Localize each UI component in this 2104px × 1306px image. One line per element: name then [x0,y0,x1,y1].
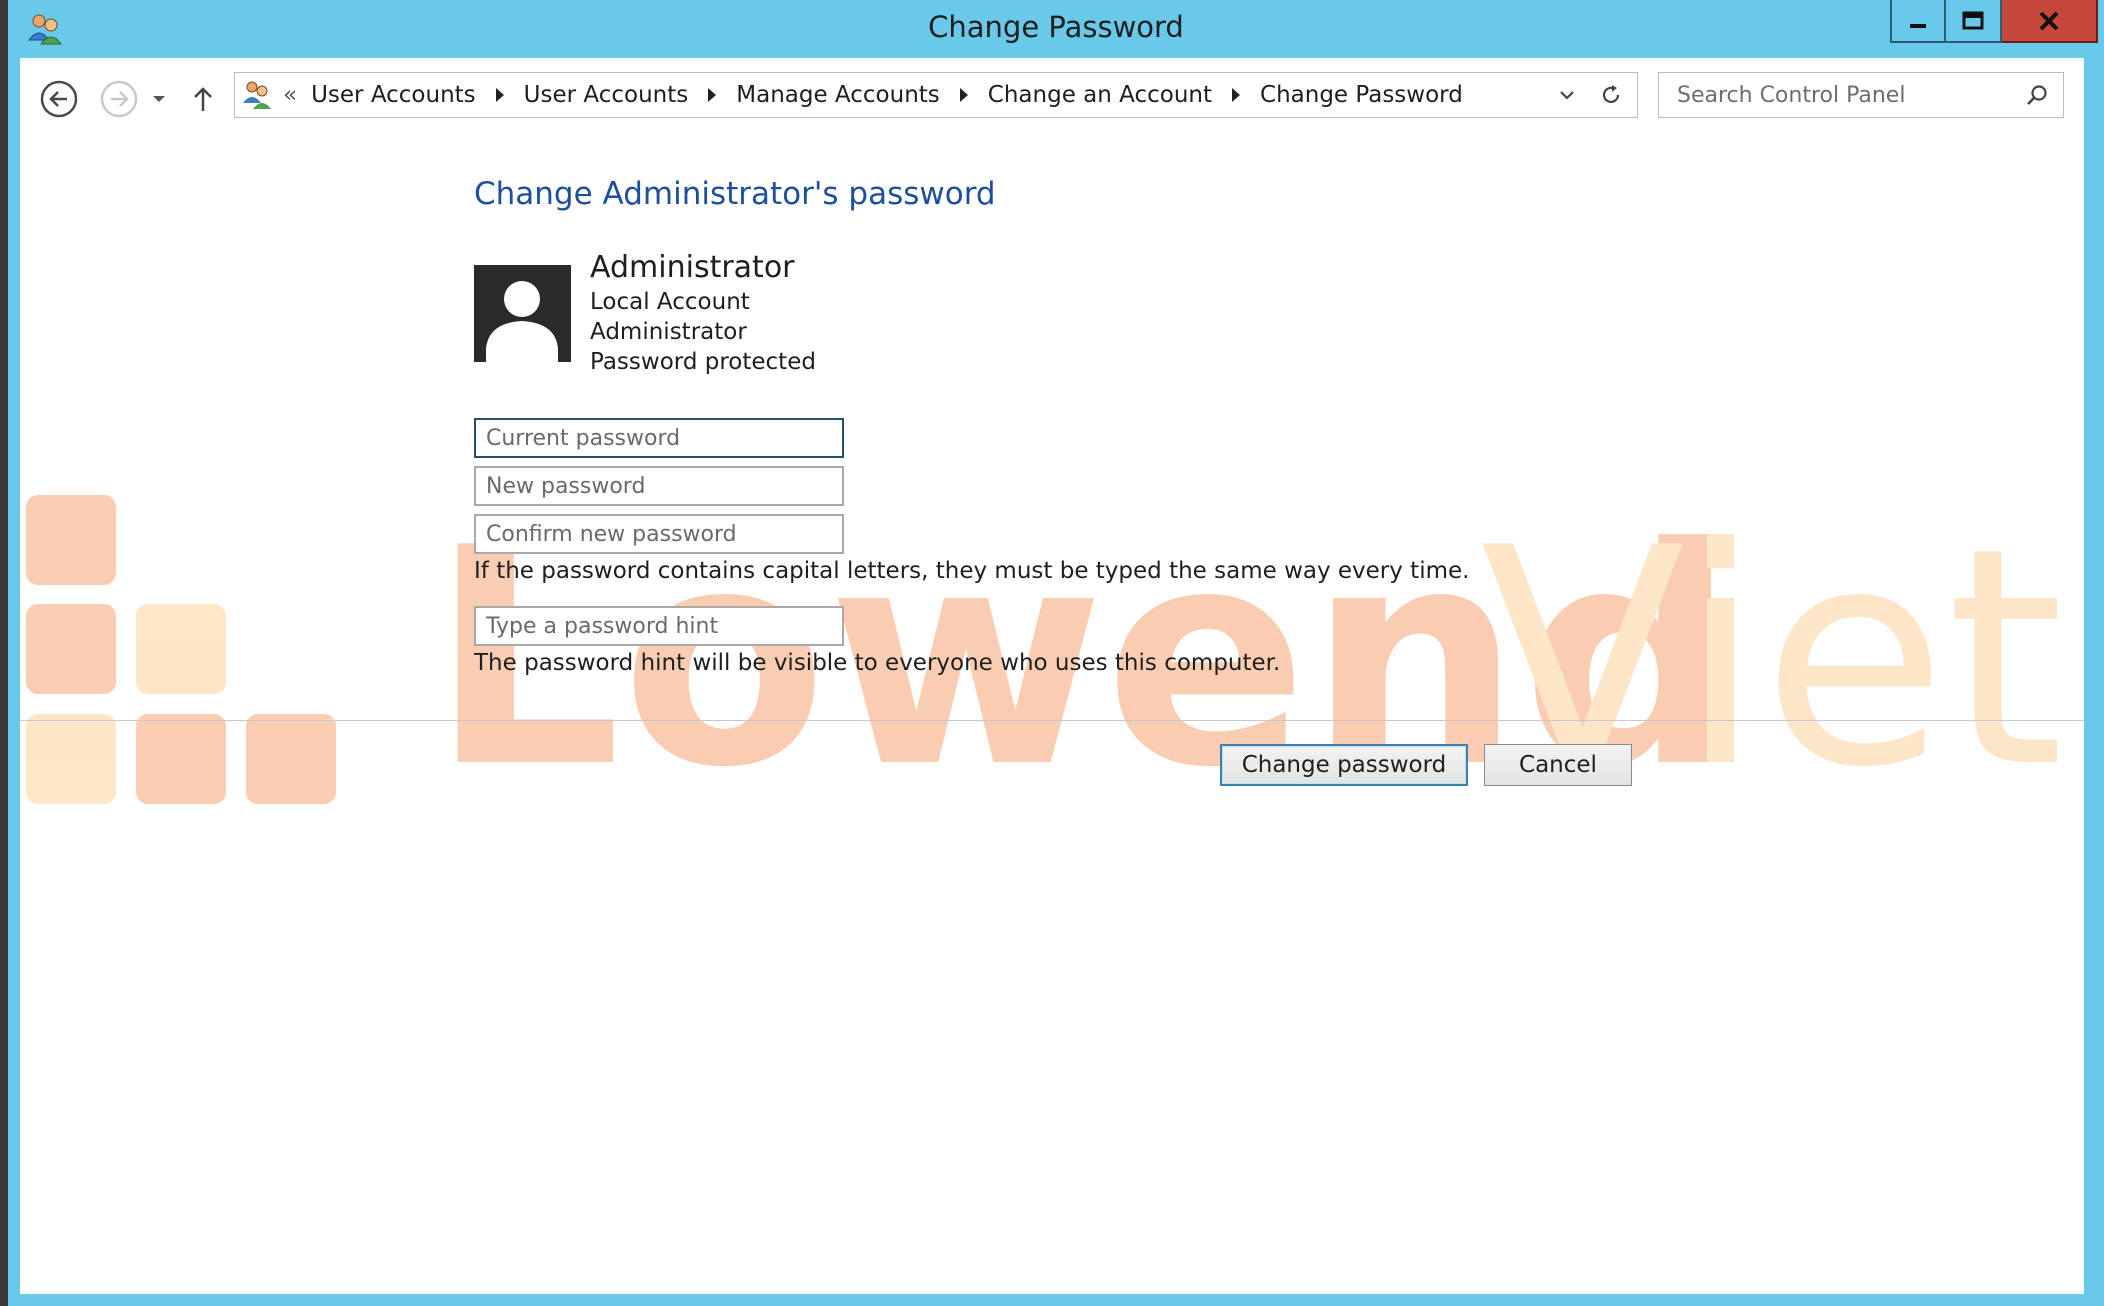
minimize-button[interactable] [1890,0,1946,43]
close-button[interactable] [2002,0,2098,43]
search-icon[interactable] [2025,83,2049,111]
forward-button[interactable] [98,78,140,120]
confirm-password-field[interactable] [474,514,844,554]
title-bar[interactable]: Change Password [8,0,2104,58]
search-input[interactable] [1659,73,2019,117]
back-button[interactable] [38,78,80,120]
main-content: Lowend Viet Change Administrator's passw… [20,132,2084,1292]
chevron-right-icon[interactable] [495,88,504,102]
window-client-area: « User Accounts User Accounts Manage Acc… [20,58,2084,1294]
users-icon [241,79,273,111]
breadcrumb: « User Accounts User Accounts Manage Acc… [283,73,1463,117]
current-password-field[interactable] [474,418,844,458]
address-bar[interactable]: « User Accounts User Accounts Manage Acc… [234,72,1638,118]
cancel-button[interactable]: Cancel [1484,744,1632,786]
close-icon [2039,11,2059,30]
control-panel-window: Change Password « User Accounts User Acc… [0,0,2104,1306]
divider [20,720,2084,721]
search-box[interactable] [1658,72,2064,118]
maximize-button[interactable] [1946,0,2002,43]
window-edge [0,0,8,1306]
capital-letters-note: If the password contains capital letters… [474,558,1470,584]
breadcrumb-overflow[interactable]: « [283,82,297,108]
account-name: Administrator [590,250,795,285]
page-title: Change Administrator's password [474,176,996,212]
chevron-right-icon[interactable] [708,88,717,102]
account-role: Administrator [590,319,747,345]
window-title: Change Password [928,10,1184,44]
change-password-button[interactable]: Change password [1220,744,1468,786]
back-arrow-icon [40,80,78,118]
user-avatar-icon [474,265,571,362]
maximize-icon [1962,11,1984,29]
breadcrumb-item-current[interactable]: Change Password [1260,82,1463,108]
watermark-logo: Lowend Viet [26,484,2064,833]
up-arrow-icon [194,87,212,111]
breadcrumb-item[interactable]: Change an Account [988,82,1212,108]
password-hint-field[interactable] [474,606,844,646]
address-dropdown-icon[interactable] [1557,85,1577,109]
refresh-icon[interactable] [1599,83,1623,111]
recent-locations-button[interactable] [144,78,174,120]
password-hint-note: The password hint will be visible to eve… [474,650,1281,676]
breadcrumb-item[interactable]: Manage Accounts [736,82,940,108]
chevron-right-icon[interactable] [1232,88,1241,102]
account-status: Password protected [590,349,816,375]
navigation-bar: « User Accounts User Accounts Manage Acc… [20,58,2084,132]
new-password-field[interactable] [474,466,844,506]
history-dropdown-icon [153,96,165,102]
chevron-right-icon[interactable] [959,88,968,102]
forward-arrow-icon [100,80,138,118]
account-type: Local Account [590,289,750,315]
up-button[interactable] [186,78,220,120]
breadcrumb-item[interactable]: User Accounts [524,82,689,108]
breadcrumb-item[interactable]: User Accounts [311,82,476,108]
minimize-icon [1910,23,1926,28]
